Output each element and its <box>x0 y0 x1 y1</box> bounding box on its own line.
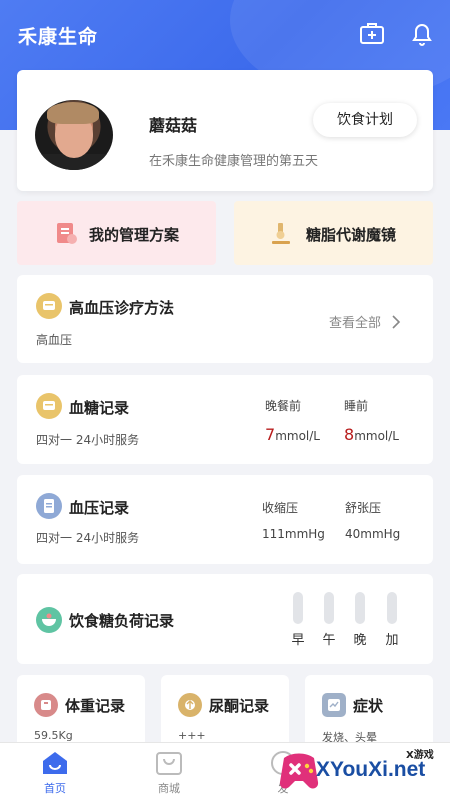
before-dinner-label: 晚餐前 <box>265 399 302 413</box>
diastolic-value: 40mmHg <box>345 527 401 541</box>
view-all-link[interactable]: 查看全部 <box>329 312 381 331</box>
weight-record-value: 59.5Kg <box>34 729 73 742</box>
metabolism-mirror-button[interactable]: 糖脂代谢魔镜 <box>234 201 433 265</box>
watermark-tag: X游戏 <box>406 750 434 761</box>
shopping-bag-icon <box>154 749 184 777</box>
hypertension-title: 高血压诊疗方法 <box>69 299 175 317</box>
scale-icon <box>34 693 58 717</box>
meal-bar-dinner <box>355 592 365 624</box>
diet-load-section[interactable]: 饮食糖负荷记录 早 午 晚 加 <box>17 574 433 664</box>
watermark: XYouXi.net X游戏 <box>276 744 446 798</box>
ketone-record-title: 尿酮记录 <box>209 697 270 715</box>
watermark-text: XYouXi.net <box>316 758 426 781</box>
meal-label-lunch: 午 <box>322 633 336 648</box>
tab-mall[interactable]: 商城 <box>124 743 214 800</box>
before-dinner-value: 7mmol/L <box>265 425 320 444</box>
before-sleep-label: 睡前 <box>344 399 369 413</box>
systolic-value: 111mmHg <box>262 527 325 541</box>
symptom-title: 症状 <box>353 697 384 715</box>
tab-home[interactable]: 首页 <box>10 743 100 800</box>
meal-bar-snack <box>387 592 397 624</box>
diastolic-label: 舒张压 <box>345 501 382 515</box>
diet-plan-button[interactable]: 饮食计划 <box>313 103 417 137</box>
chart-icon <box>322 693 346 717</box>
document-icon <box>36 493 62 519</box>
microscope-icon <box>268 220 294 246</box>
blood-sugar-subtitle: 四对一 24小时服务 <box>36 433 140 447</box>
management-plan-button[interactable]: 我的管理方案 <box>17 201 216 265</box>
hypertension-subtitle: 高血压 <box>36 333 73 347</box>
diet-load-title: 饮食糖负荷记录 <box>69 612 175 630</box>
blood-pressure-title: 血压记录 <box>69 499 130 517</box>
avatar[interactable] <box>35 100 113 170</box>
before-sleep-value: 8mmol/L <box>344 425 399 444</box>
profile-card: 蘑菇菇 在禾康生命健康管理的第五天 饮食计划 <box>17 70 433 191</box>
message-icon <box>36 293 62 319</box>
meal-label-snack: 加 <box>385 633 399 648</box>
weight-record-title: 体重记录 <box>65 697 126 715</box>
meal-bar-breakfast <box>293 592 303 624</box>
home-icon <box>40 749 70 777</box>
message-icon <box>36 393 62 419</box>
blood-pressure-subtitle: 四对一 24小时服务 <box>36 531 140 545</box>
app-title: 禾康生命 <box>18 26 99 48</box>
meal-bar-lunch <box>324 592 334 624</box>
medical-kit-icon[interactable] <box>358 20 386 48</box>
bell-icon[interactable] <box>408 20 436 48</box>
bowl-icon <box>36 607 62 633</box>
clipboard-icon <box>53 220 79 246</box>
user-subtitle: 在禾康生命健康管理的第五天 <box>149 154 319 169</box>
meal-label-breakfast: 早 <box>291 633 305 648</box>
user-name: 蘑菇菇 <box>149 116 198 135</box>
tab-home-label: 首页 <box>44 782 66 795</box>
meal-label-dinner: 晚 <box>353 633 367 648</box>
drop-icon <box>178 693 202 717</box>
tab-mall-label: 商城 <box>158 782 180 795</box>
blood-pressure-section[interactable]: 血压记录 四对一 24小时服务 收缩压 111mmHg 舒张压 40mmHg <box>17 475 433 564</box>
ketone-record-value: +++ <box>178 729 206 742</box>
metabolism-mirror-label: 糖脂代谢魔镜 <box>306 226 397 244</box>
blood-sugar-title: 血糖记录 <box>69 399 130 417</box>
top-bar: 禾康生命 <box>0 0 450 70</box>
hypertension-section[interactable]: 高血压诊疗方法 高血压 查看全部 <box>17 275 433 363</box>
systolic-label: 收缩压 <box>262 501 299 515</box>
chevron-right-icon <box>391 314 401 329</box>
blood-sugar-section[interactable]: 血糖记录 四对一 24小时服务 晚餐前 7mmol/L 睡前 8mmol/L <box>17 375 433 464</box>
management-plan-label: 我的管理方案 <box>89 226 180 244</box>
